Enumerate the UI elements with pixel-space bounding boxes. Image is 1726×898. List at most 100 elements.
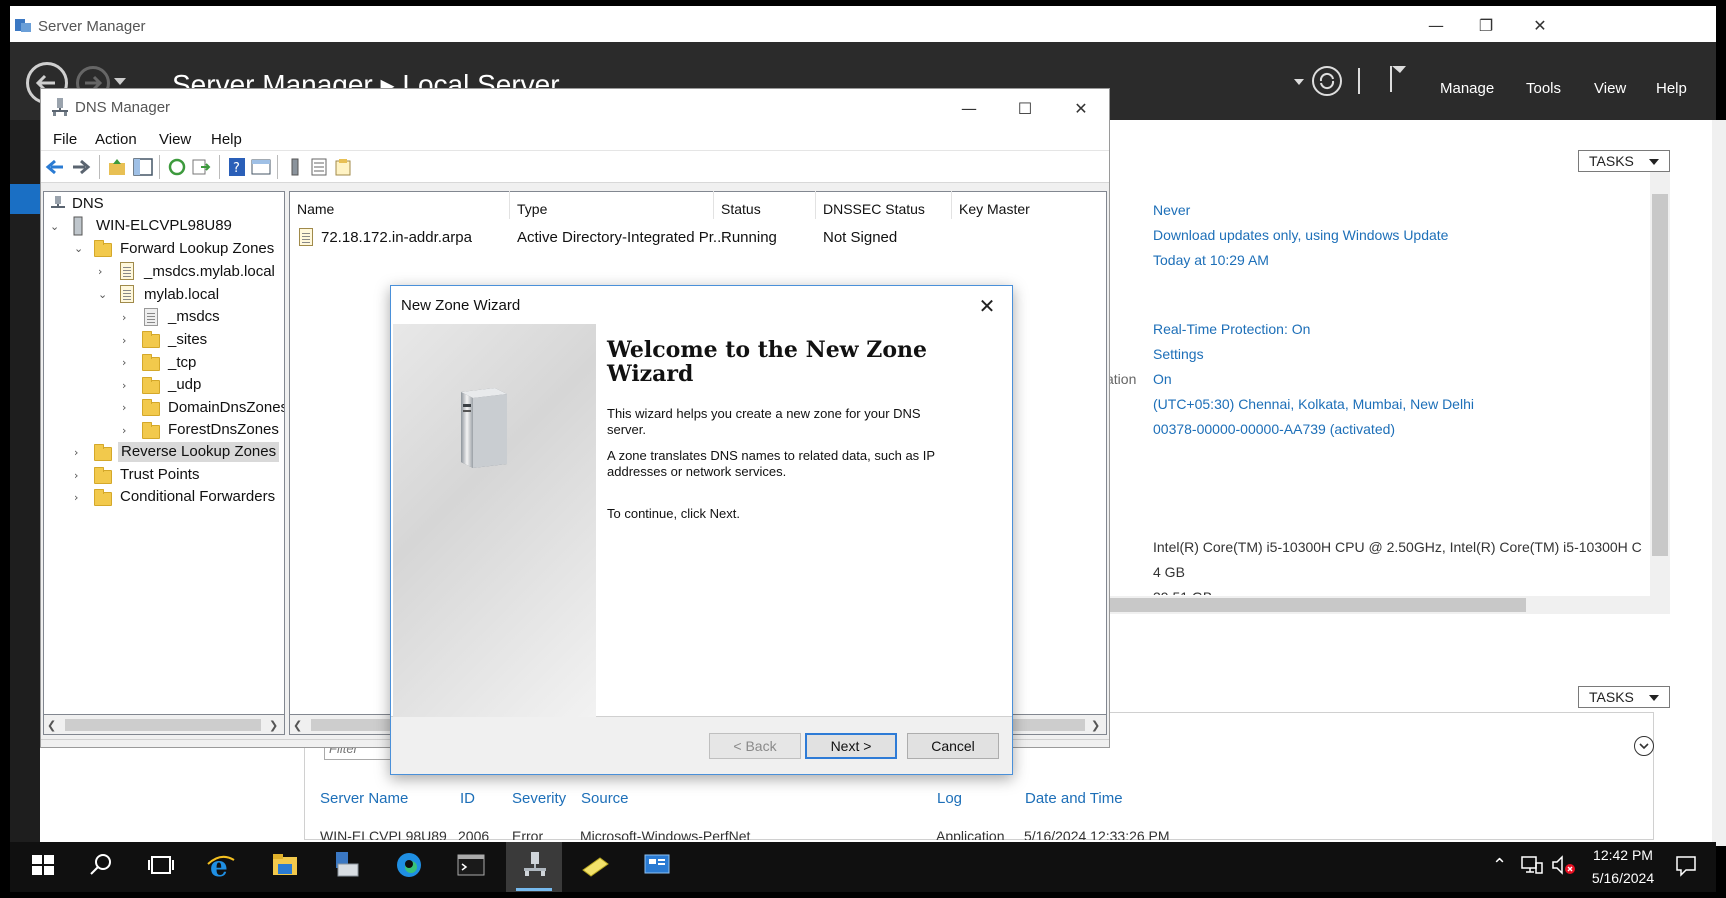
show-hide-tree-icon[interactable]: [133, 157, 153, 177]
internet-explorer-icon[interactable]: e: [206, 850, 236, 880]
dns-minimize-icon[interactable]: —: [959, 99, 979, 119]
tree-sites[interactable]: _sites: [168, 330, 207, 350]
col-dnssec-status[interactable]: DNSSEC Status: [823, 201, 925, 217]
refresh-icon[interactable]: [167, 157, 187, 177]
col-log[interactable]: Log: [937, 790, 962, 807]
event-row[interactable]: WIN-ELCVPL98U89 2006 Error Microsoft-Win…: [312, 828, 1652, 840]
list-scroll-right-icon[interactable]: ❯: [1091, 719, 1100, 732]
dns-menu-help[interactable]: Help: [211, 131, 242, 148]
defender-value[interactable]: Real-Time Protection: On: [1153, 321, 1310, 337]
list-icon[interactable]: [309, 157, 329, 177]
properties-tasks-button[interactable]: TASKS: [1578, 150, 1670, 172]
restore-icon[interactable]: ❐: [1476, 16, 1496, 36]
chevron-right-icon[interactable]: ›: [122, 402, 132, 413]
tree-server[interactable]: WIN-ELCVPL98U89: [96, 216, 232, 236]
export-list-icon[interactable]: [191, 157, 211, 177]
minimize-icon[interactable]: —: [1426, 16, 1446, 36]
action-center-icon[interactable]: [1674, 854, 1698, 878]
dns-menu-action[interactable]: Action: [95, 131, 137, 148]
col-type[interactable]: Type: [517, 201, 547, 217]
chevron-down-icon[interactable]: ⌄: [74, 243, 84, 254]
chevron-right-icon[interactable]: ›: [74, 447, 84, 458]
windows-update-value[interactable]: Download updates only, using Windows Upd…: [1153, 227, 1448, 243]
ie-esc-value[interactable]: On: [1153, 371, 1172, 387]
dns-close-icon[interactable]: ✕: [1071, 99, 1091, 119]
last-checked-value[interactable]: Today at 10:29 AM: [1153, 252, 1269, 268]
file-explorer-icon[interactable]: [270, 850, 300, 880]
chevron-right-icon[interactable]: ›: [122, 425, 132, 436]
history-dropdown-icon[interactable]: [114, 78, 126, 86]
wizard-close-icon[interactable]: ✕: [975, 294, 999, 318]
dns-menu-file[interactable]: File: [53, 131, 77, 148]
col-key-master[interactable]: Key Master: [959, 201, 1030, 217]
up-folder-icon[interactable]: [107, 157, 127, 177]
menu-view[interactable]: View: [1594, 80, 1626, 97]
search-icon[interactable]: [86, 850, 116, 880]
tree-msdcs[interactable]: _msdcs: [168, 307, 220, 327]
chevron-right-icon[interactable]: ›: [122, 357, 132, 368]
clock-time[interactable]: 12:42 PM: [1588, 847, 1658, 863]
dns-maximize-icon[interactable]: ☐: [1015, 99, 1035, 119]
menu-help[interactable]: Help: [1656, 80, 1687, 97]
cancel-button[interactable]: Cancel: [907, 733, 999, 759]
tree-horizontal-thumb[interactable]: [65, 719, 261, 731]
dns-menu-view[interactable]: View: [159, 131, 191, 148]
chevron-right-icon[interactable]: ›: [74, 492, 84, 503]
tree-tcp[interactable]: _tcp: [168, 353, 196, 373]
scroll-right-icon[interactable]: ❯: [269, 719, 278, 732]
chevron-down-icon[interactable]: ⌄: [98, 289, 108, 300]
last-installed-updates-value[interactable]: Never: [1153, 202, 1190, 218]
content-vertical-scrollbar[interactable]: [1712, 120, 1726, 846]
col-severity[interactable]: Severity: [512, 790, 566, 807]
notes-icon[interactable]: [580, 850, 610, 880]
edge-icon[interactable]: [394, 850, 424, 880]
start-windows-icon[interactable]: [28, 850, 58, 880]
control-panel-icon[interactable]: [642, 850, 672, 880]
tree-trust-points[interactable]: Trust Points: [120, 465, 199, 485]
menu-manage[interactable]: Manage: [1440, 80, 1494, 97]
network-icon[interactable]: [1520, 854, 1544, 876]
col-name[interactable]: Name: [297, 201, 334, 217]
tree-forestdnszones[interactable]: ForestDnsZones: [168, 420, 279, 440]
dns-manager-taskbar-icon[interactable]: [520, 850, 550, 880]
expand-chevron-icon[interactable]: [1634, 736, 1654, 756]
show-hidden-icons-icon[interactable]: ⌃: [1492, 855, 1507, 876]
help-icon[interactable]: ?: [227, 157, 247, 177]
col-date-time[interactable]: Date and Time: [1025, 790, 1123, 807]
tree-mylab-local[interactable]: mylab.local: [144, 285, 219, 305]
product-id-value[interactable]: 00378-00000-00000-AA739 (activated): [1153, 421, 1395, 437]
tree-msdcs-mylab-local[interactable]: _msdcs.mylab.local: [144, 262, 275, 282]
timezone-value[interactable]: (UTC+05:30) Chennai, Kolkata, Mumbai, Ne…: [1153, 396, 1474, 412]
feedback-value[interactable]: Settings: [1153, 346, 1204, 362]
chevron-right-icon[interactable]: ›: [122, 335, 132, 346]
refresh-icon[interactable]: [1312, 66, 1342, 96]
chevron-right-icon[interactable]: ›: [122, 380, 132, 391]
tree-reverse-lookup-zones[interactable]: Reverse Lookup Zones: [118, 442, 280, 462]
properties-vertical-thumb[interactable]: [1652, 194, 1668, 556]
back-arrow-icon[interactable]: [45, 157, 65, 177]
zone-icon[interactable]: [333, 157, 353, 177]
server-manager-taskbar-icon[interactable]: [332, 850, 362, 880]
chevron-down-icon[interactable]: ⌄: [50, 221, 60, 232]
clock-date[interactable]: 5/16/2024: [1584, 870, 1662, 886]
menu-tools[interactable]: Tools: [1526, 80, 1561, 97]
tree-conditional-forwarders[interactable]: Conditional Forwarders: [120, 487, 275, 507]
tree-dns-root[interactable]: DNS: [72, 194, 104, 214]
scroll-left-icon[interactable]: ❮: [47, 719, 56, 732]
col-id[interactable]: ID: [460, 790, 475, 807]
tree-forward-lookup-zones[interactable]: Forward Lookup Zones: [120, 239, 274, 259]
tree-udp[interactable]: _udp: [168, 375, 201, 395]
server-icon[interactable]: [285, 157, 305, 177]
next-button[interactable]: Next >: [805, 733, 897, 759]
chevron-right-icon[interactable]: ›: [98, 266, 108, 277]
col-source[interactable]: Source: [581, 790, 629, 807]
chevron-right-icon[interactable]: ›: [74, 470, 84, 481]
col-status[interactable]: Status: [721, 201, 761, 217]
task-view-icon[interactable]: [146, 850, 176, 880]
events-tasks-button[interactable]: TASKS: [1578, 686, 1670, 708]
list-scroll-left-icon[interactable]: ❮: [293, 719, 302, 732]
speaker-muted-icon[interactable]: [1550, 854, 1576, 876]
col-server-name[interactable]: Server Name: [320, 790, 408, 807]
back-button[interactable]: < Back: [709, 733, 801, 759]
command-prompt-icon[interactable]: [456, 850, 486, 880]
